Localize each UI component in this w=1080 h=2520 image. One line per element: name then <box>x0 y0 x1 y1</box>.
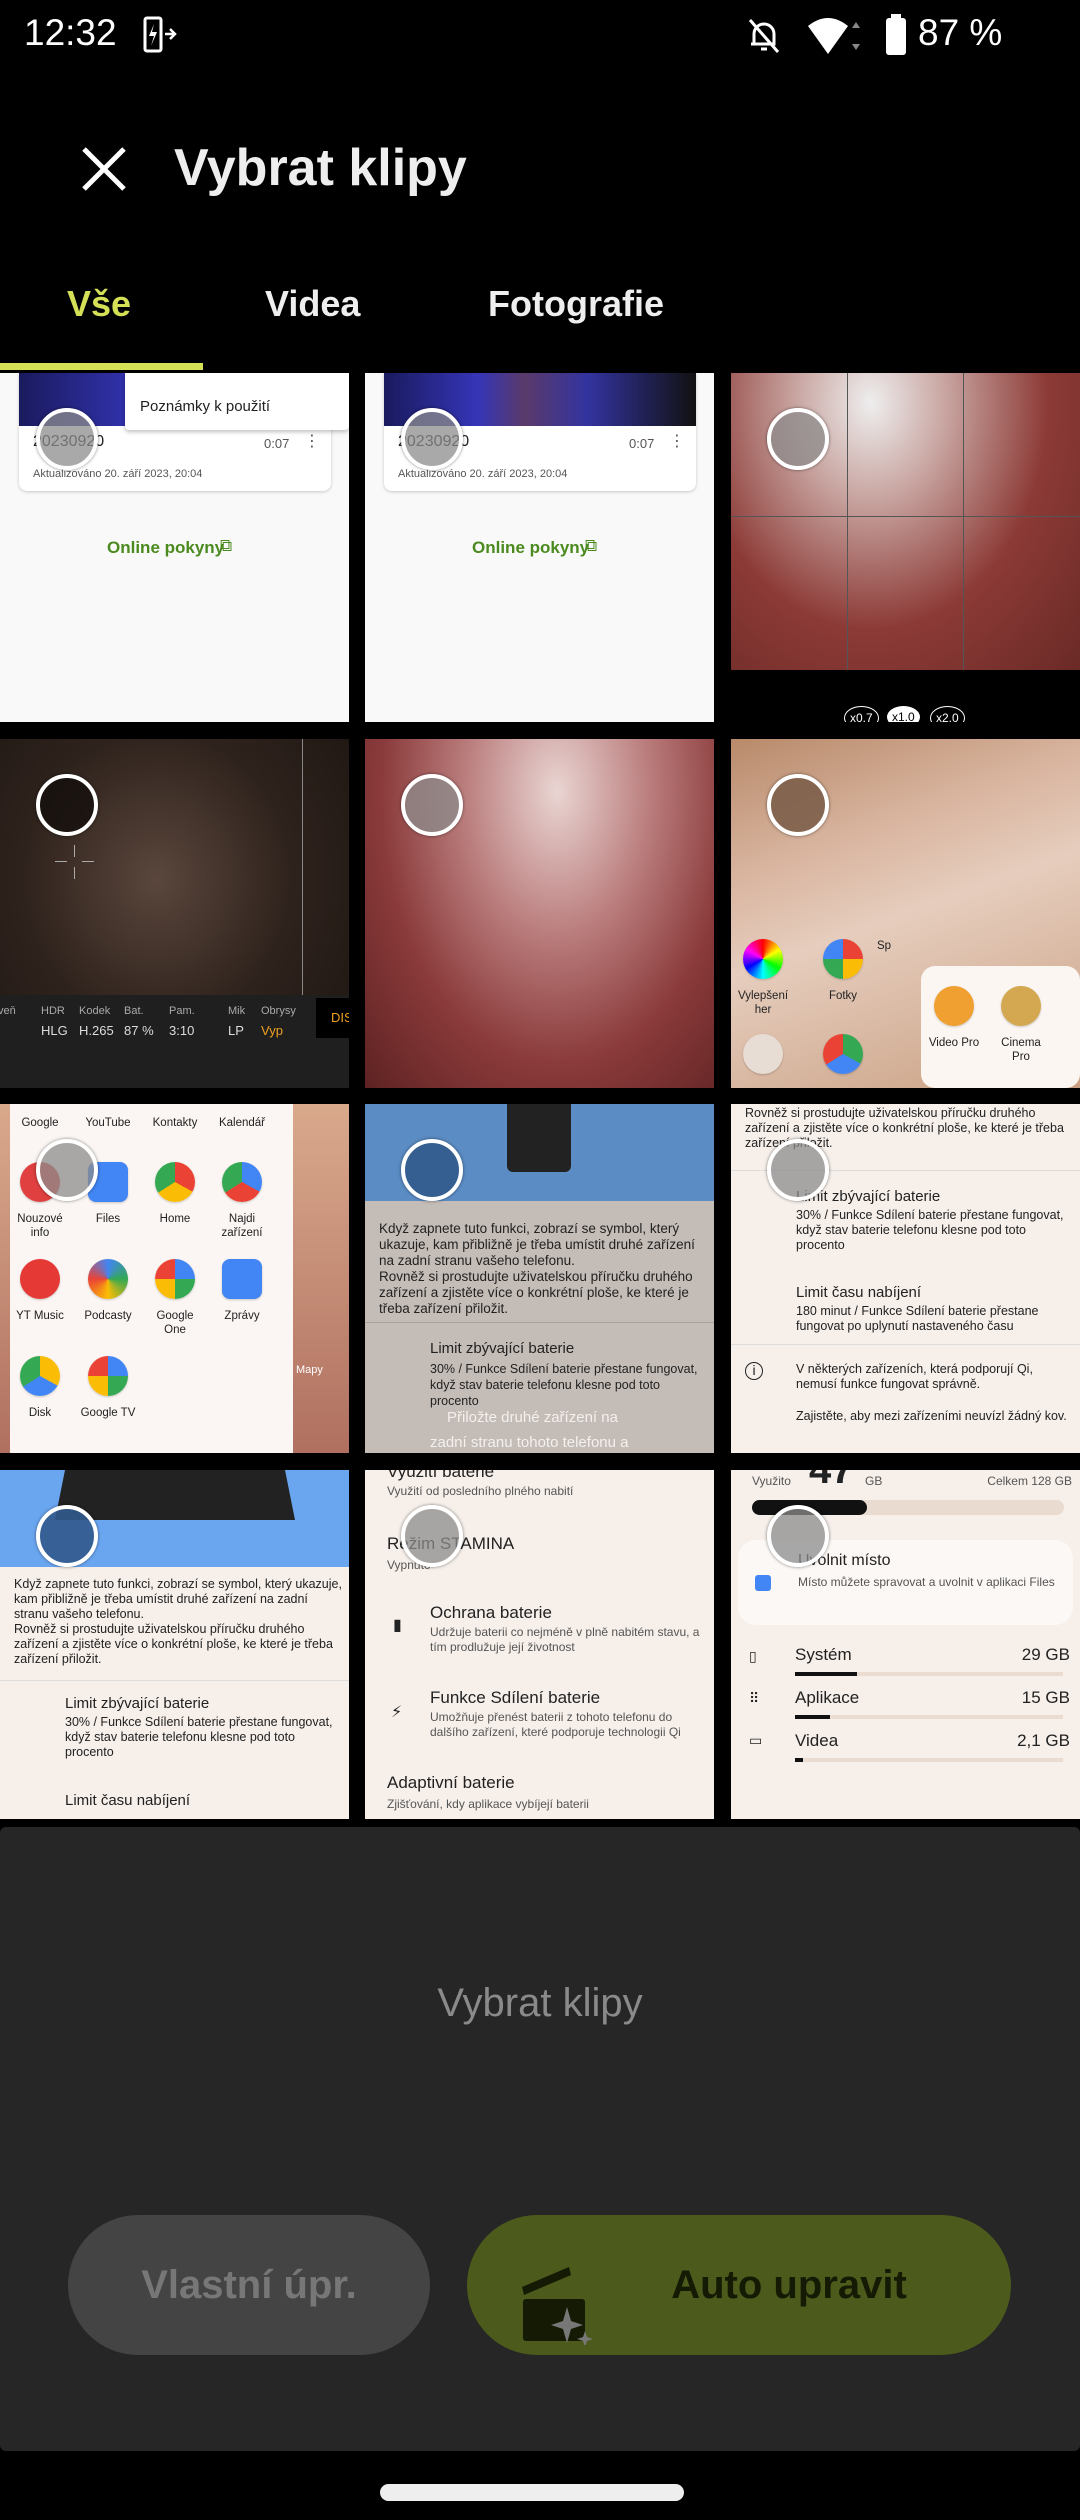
external-link-icon: ⧉ <box>585 536 598 555</box>
clock: 12:32 <box>24 12 117 53</box>
video-duration: 0:07 <box>264 436 290 451</box>
tab-all[interactable]: Vše <box>67 283 131 325</box>
battery-icon <box>886 14 906 55</box>
wifi-icon <box>808 18 860 54</box>
video-icon: ▭ <box>749 1732 763 1748</box>
auto-edit-button[interactable]: Auto upravit <box>467 2215 1011 2355</box>
select-circle[interactable] <box>401 1505 463 1567</box>
home-indicator[interactable] <box>380 2484 684 2501</box>
external-link-icon: ⧉ <box>220 536 233 555</box>
select-circle[interactable] <box>767 1505 829 1567</box>
shortcut-popup: Video Pro Cinema Pro <box>921 966 1080 1088</box>
popup-menu: Poznámky k použití <box>125 373 349 430</box>
custom-edit-label: Vlastní úpr. <box>141 2262 357 2307</box>
select-circle[interactable] <box>767 1139 829 1201</box>
battery-protect-icon: ▮ <box>393 1617 402 1634</box>
system-icon: ▯ <box>749 1648 757 1664</box>
tab-videos[interactable]: Videa <box>265 283 360 325</box>
media-thumbnail[interactable]: Rovněž si prostudujte uživatelskou příru… <box>731 1104 1080 1453</box>
menu-item-usage-notes: Poznámky k použití <box>140 398 271 415</box>
select-clips-hint: Vybrat klipy <box>437 1981 643 2025</box>
battery-share-icon <box>143 16 177 53</box>
select-circle[interactable] <box>401 408 463 470</box>
media-thumbnail[interactable]: Vylepšení her Fotky Sp Video Pro Cinema … <box>731 739 1080 1088</box>
tab-photos[interactable]: Fotografie <box>488 283 664 325</box>
bell-off-icon <box>748 19 780 53</box>
select-circle[interactable] <box>36 1139 98 1201</box>
more-icon: ⋮ <box>304 433 320 450</box>
media-thumbnail[interactable]: veň HDR HLG Kodek H.265 Bat. 87 % Pam. 3:10 … <box>0 739 349 1088</box>
select-circle[interactable] <box>401 774 463 836</box>
video-duration: 0:07 <box>629 436 655 451</box>
info-icon: i <box>745 1362 763 1380</box>
select-circle[interactable] <box>36 1505 98 1567</box>
online-guide-link: Online pokyny <box>107 538 225 557</box>
bottom-panel: Vybrat klipy Vlastní úpr. Auto upravit <box>0 1827 1080 2451</box>
clapperboard-sparkle-icon <box>522 2267 593 2345</box>
media-thumbnail[interactable]: Google YouTube Kontakty Kalendář Nouzové… <box>0 1104 349 1453</box>
camera-settings-bar: veň HDR HLG Kodek H.265 Bat. 87 % Pam. 3:10 … <box>0 995 349 1088</box>
media-thumbnail[interactable]: 20230920 0:07 ⋮ Aktualizováno 20. září 2… <box>0 373 349 722</box>
page-title: Vybrat klipy <box>174 139 467 197</box>
online-guide-link: Online pokyny <box>472 538 590 557</box>
zoom-button: x0.7 <box>844 706 879 722</box>
media-thumbnail[interactable]: Využito 47 GB Celkem 128 GB Uvolnit míst… <box>731 1470 1080 1819</box>
select-circle[interactable] <box>36 408 98 470</box>
media-thumbnail[interactable] <box>365 739 714 1088</box>
select-circle[interactable] <box>36 774 98 836</box>
updated-date: Aktualizováno 20. září 2023, 20:04 <box>33 468 203 480</box>
battery-share-icon: ⚡ <box>391 1704 403 1721</box>
zoom-button: x1.0 <box>887 706 920 722</box>
auto-edit-label: Auto upravit <box>671 2262 907 2307</box>
media-thumbnail[interactable]: Když zapnete tuto funkci, zobrazí se sym… <box>365 1104 714 1453</box>
select-circle[interactable] <box>767 774 829 836</box>
media-thumbnail[interactable]: x0.7 x1.0 x2.0 <box>731 373 1080 722</box>
zoom-button: x2.0 <box>930 706 965 722</box>
tab-indicator <box>0 363 203 370</box>
media-thumbnail[interactable]: Využití baterie Využití od posledního pl… <box>365 1470 714 1819</box>
updated-date: Aktualizováno 20. září 2023, 20:04 <box>398 468 568 480</box>
apps-icon: ⠿ <box>749 1690 760 1706</box>
media-thumbnail[interactable]: Když zapnete tuto funkci, zobrazí se sym… <box>0 1470 349 1819</box>
select-circle[interactable] <box>401 1139 463 1201</box>
close-icon[interactable] <box>80 145 128 193</box>
custom-edit-button[interactable]: Vlastní úpr. <box>68 2215 430 2355</box>
status-bar: 12:32 87 % <box>0 0 1080 70</box>
more-icon: ⋮ <box>669 433 685 450</box>
battery-percent: 87 % <box>918 12 1003 53</box>
media-thumbnail[interactable]: 20230920 0:07 ⋮ Aktualizováno 20. září 2… <box>365 373 714 722</box>
select-circle[interactable] <box>767 408 829 470</box>
